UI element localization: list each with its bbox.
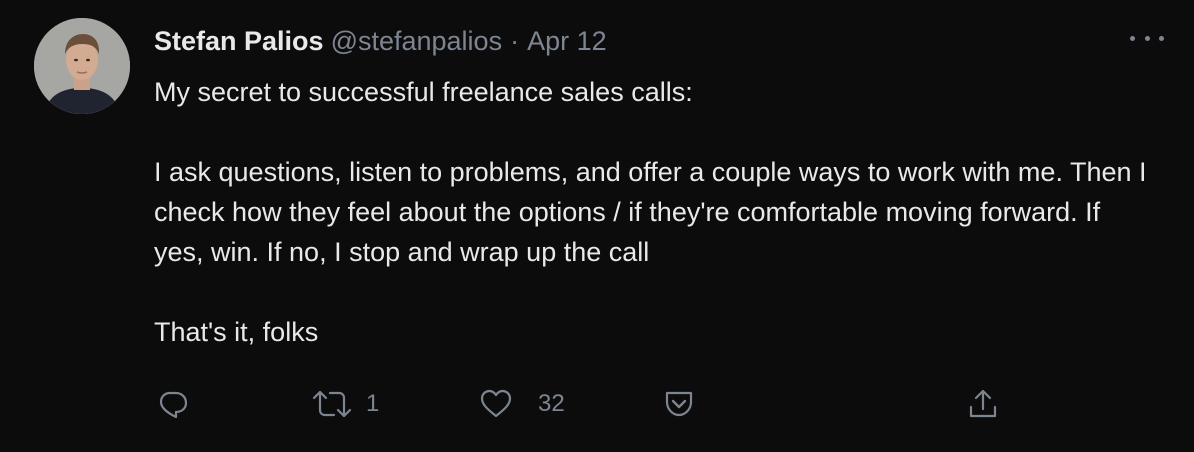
save-to-pocket-button[interactable]	[663, 384, 695, 424]
share-button[interactable]	[966, 384, 1000, 424]
author-handle[interactable]: @stefanpalios	[331, 26, 503, 57]
more-dot	[1159, 35, 1164, 41]
more-options-icon[interactable]	[1130, 28, 1164, 48]
tweet-card: Stefan Palios @stefanpalios · Apr 12 My …	[0, 0, 1194, 452]
retweet-icon	[312, 388, 352, 420]
tweet-paragraph-1: My secret to successful freelance sales …	[154, 77, 693, 107]
avatar[interactable]	[34, 18, 130, 114]
tweet-paragraph-3: That's it, folks	[154, 317, 319, 347]
heart-icon	[479, 388, 513, 420]
reply-icon	[157, 388, 189, 420]
more-dot	[1130, 35, 1135, 41]
retweet-button[interactable]: 1	[312, 384, 379, 424]
more-dot	[1144, 35, 1150, 41]
header-separator: ·	[510, 25, 520, 56]
profile-photo	[34, 18, 130, 114]
pocket-save-icon	[663, 388, 695, 420]
reply-button[interactable]	[157, 384, 189, 424]
tweet-actions: 1 32	[0, 384, 1194, 424]
retweet-count: 1	[366, 390, 380, 417]
tweet-text: My secret to successful freelance sales …	[154, 72, 1164, 352]
tweet-header: Stefan Palios @stefanpalios · Apr 12	[154, 25, 607, 57]
like-button[interactable]: 32	[479, 384, 565, 424]
tweet-date[interactable]: Apr 12	[527, 26, 607, 57]
like-count: 32	[538, 390, 565, 417]
tweet-paragraph-2: I ask questions, listen to problems, and…	[154, 157, 1147, 267]
author-name[interactable]: Stefan Palios	[154, 26, 324, 57]
share-icon	[966, 387, 1000, 421]
